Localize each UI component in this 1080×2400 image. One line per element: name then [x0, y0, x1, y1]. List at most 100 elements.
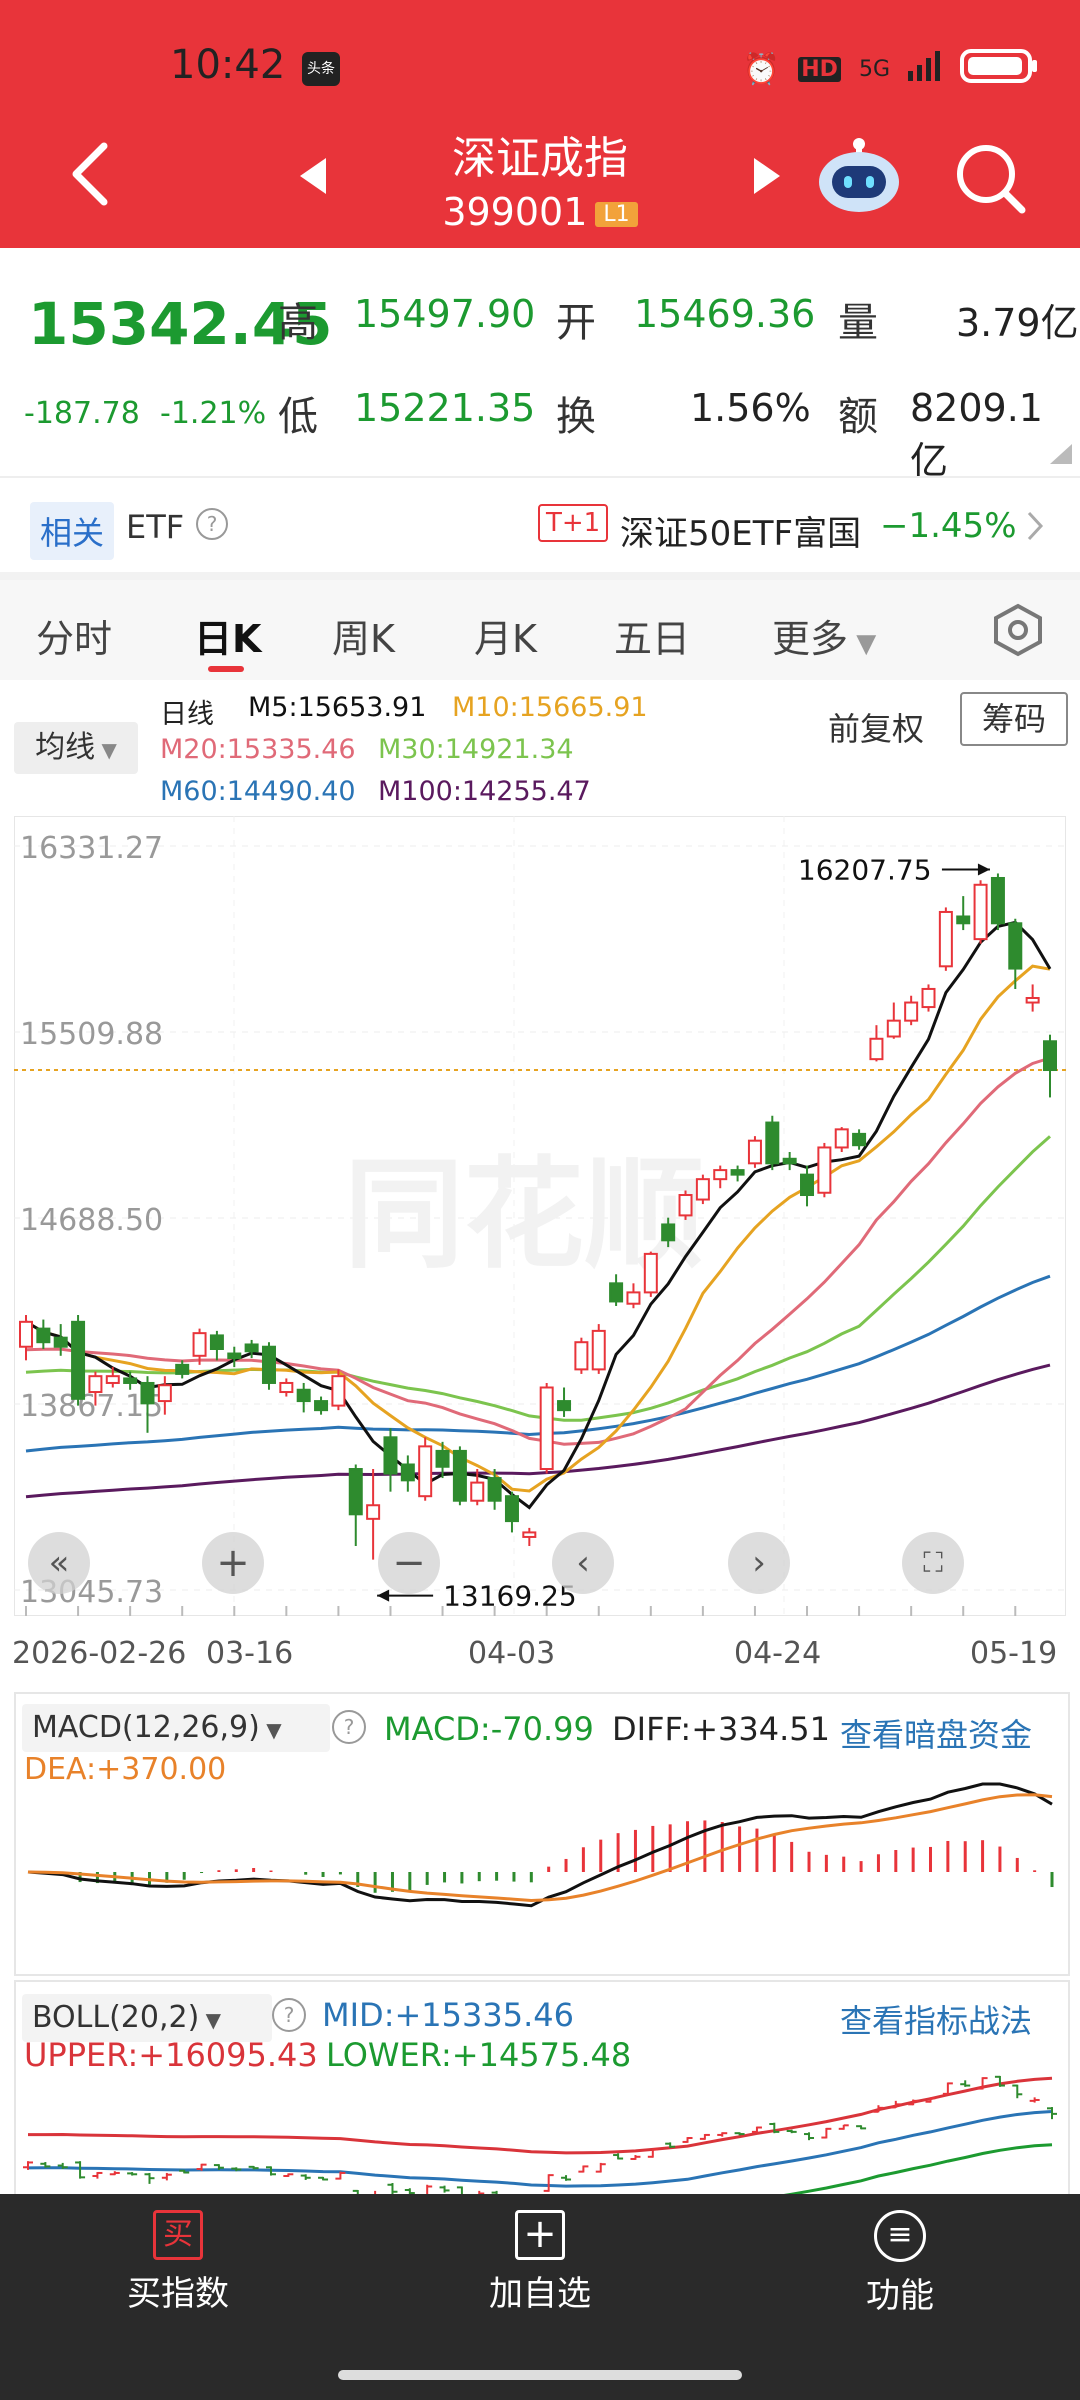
- add-watchlist-button[interactable]: + 加自选: [440, 2210, 640, 2315]
- hd-icon: HD: [798, 56, 841, 82]
- search-button[interactable]: [954, 142, 1026, 218]
- candle-up: [105, 1375, 120, 1384]
- candle-up: [695, 1178, 710, 1201]
- candle-down: [765, 1121, 780, 1165]
- candle-up: [591, 1329, 606, 1371]
- expand-corner-icon[interactable]: [1050, 444, 1072, 464]
- macd-dropdown[interactable]: MACD(12,26,9) ▼: [22, 1704, 330, 1752]
- candle-up: [1025, 997, 1040, 1004]
- period-tabs: [0, 580, 1080, 680]
- rewind-button[interactable]: «: [28, 1532, 90, 1594]
- settings-hexagon-icon[interactable]: [990, 602, 1046, 658]
- indicator-strategy-link[interactable]: 查看指标战法: [840, 1996, 1032, 2042]
- buy-index-button[interactable]: 买 买指数: [78, 2210, 278, 2315]
- triangle-right-icon: [754, 158, 780, 194]
- next-index-button[interactable]: [752, 158, 780, 198]
- tab-five-day[interactable]: 五日: [614, 608, 690, 663]
- home-indicator[interactable]: [338, 2370, 742, 2380]
- volume-value: 3.79亿: [956, 301, 1079, 345]
- turnover-value: 1.56%: [690, 386, 811, 430]
- candle-down: [71, 1320, 86, 1400]
- page-title: 深证成指: [452, 133, 628, 184]
- candle-down: [296, 1388, 311, 1403]
- candle-up: [331, 1375, 346, 1407]
- candlestick-chart[interactable]: 16331.2715509.8814688.5013867.1513045.73…: [14, 816, 1066, 1616]
- macd-diff-line: [27, 1782, 1053, 1908]
- tab-daily-k[interactable]: 日K: [194, 608, 261, 663]
- macd-chart: [27, 1782, 1054, 1908]
- candle-down: [53, 1336, 68, 1348]
- candle-down: [400, 1463, 415, 1482]
- candle-down: [487, 1477, 502, 1502]
- plus-icon: +: [216, 1540, 250, 1586]
- candle-down: [123, 1377, 138, 1384]
- fullscreen-button[interactable]: ⛶: [902, 1532, 964, 1594]
- candle-up: [747, 1139, 762, 1165]
- macd-help-icon[interactable]: ?: [332, 1710, 366, 1744]
- boll-help-icon[interactable]: ?: [272, 1998, 306, 2032]
- candle-up: [366, 1504, 381, 1520]
- candle-down: [36, 1327, 51, 1344]
- divider: [0, 476, 1080, 478]
- high-marker-label: 16207.75: [798, 853, 932, 886]
- chevron-right-icon[interactable]: [1026, 510, 1044, 542]
- candle-down: [852, 1132, 867, 1147]
- amount-label: 额: [838, 394, 878, 440]
- candle-down: [261, 1345, 276, 1384]
- functions-button[interactable]: ≡ 功能: [800, 2210, 1000, 2317]
- tab-weekly-k[interactable]: 周K: [332, 608, 395, 663]
- tab-intraday[interactable]: 分时: [36, 608, 112, 663]
- network-label: 5G: [858, 56, 890, 82]
- zoom-out-button[interactable]: −: [378, 1532, 440, 1594]
- functions-label: 功能: [866, 2276, 934, 2316]
- candle-down: [244, 1343, 259, 1353]
- boll-lower: LOWER:+14575.48: [326, 2036, 632, 2074]
- candle-down: [609, 1282, 624, 1303]
- candle-up: [626, 1291, 641, 1305]
- triangle-down-icon: ▼: [848, 629, 877, 659]
- zoom-in-button[interactable]: +: [202, 1532, 264, 1594]
- chevron-right-icon: ›: [752, 1543, 766, 1583]
- candle-up: [921, 987, 936, 1009]
- etf-name-link[interactable]: 深证50ETF富国: [620, 506, 861, 555]
- candle-down: [1008, 922, 1023, 970]
- candle-up: [539, 1386, 554, 1471]
- candle-up: [817, 1146, 832, 1194]
- open-label: 开: [556, 300, 596, 346]
- candle-up: [834, 1128, 849, 1149]
- macd-value: MACD:-70.99: [384, 1710, 594, 1748]
- dark-pool-link[interactable]: 查看暗盘资金: [840, 1710, 1032, 1756]
- t1-badge: T+1: [538, 504, 609, 542]
- ma-dropdown[interactable]: 均线 ▼: [14, 722, 138, 774]
- help-icon[interactable]: ?: [196, 508, 228, 540]
- tab-more[interactable]: 更多 ▼: [772, 608, 876, 663]
- candle-down: [782, 1157, 797, 1165]
- etf-label: ETF: [126, 508, 185, 546]
- fullscreen-icon: ⛶: [923, 1546, 943, 1579]
- tab-monthly-k[interactable]: 月K: [474, 608, 537, 663]
- candle-up: [88, 1375, 103, 1394]
- boll-dropdown[interactable]: BOLL(20,2) ▼: [22, 1994, 272, 2042]
- pan-left-button[interactable]: ‹: [552, 1532, 614, 1594]
- adjust-mode[interactable]: 前复权: [828, 704, 924, 750]
- news-app-icon: 头条: [302, 52, 340, 86]
- x-label-3: 04-03: [468, 1636, 556, 1671]
- add-square-icon: +: [515, 2210, 565, 2260]
- pan-right-button[interactable]: ›: [728, 1532, 790, 1594]
- chevron-left-icon: ‹: [576, 1543, 590, 1583]
- buy-icon: 买: [153, 2210, 203, 2260]
- candle-up: [869, 1037, 884, 1061]
- x-label-end: 05-19: [970, 1636, 1058, 1671]
- candle-down: [227, 1352, 242, 1360]
- candle-down: [452, 1449, 467, 1502]
- candle-up: [192, 1332, 207, 1357]
- chip-distribution-button[interactable]: 筹码: [960, 692, 1068, 746]
- signal-icon: [908, 51, 942, 87]
- candle-down: [504, 1495, 519, 1523]
- price-change-pct: -1.21%: [160, 396, 267, 431]
- x-label-2: 03-16: [206, 1636, 294, 1671]
- m100-value: M100:14255.47: [378, 776, 591, 807]
- robot-assistant-button[interactable]: [816, 136, 902, 218]
- minus-icon: −: [392, 1540, 426, 1586]
- candle-down: [557, 1400, 572, 1412]
